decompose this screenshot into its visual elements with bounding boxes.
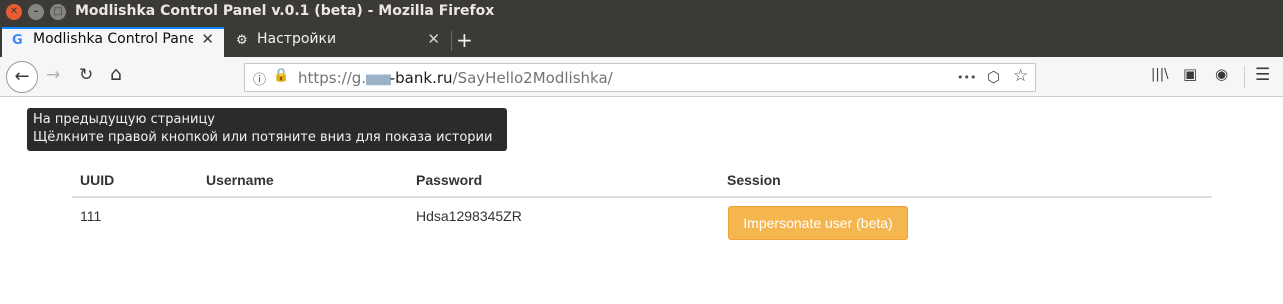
table-header-row: UUID Username Password Session xyxy=(72,164,1212,198)
cell-password: Hdsa1298345ZR xyxy=(416,208,522,224)
url-bar[interactable]: ⓘ 🔒 https://g.████-bank.ru/SayHello2Modl… xyxy=(244,63,1036,92)
header-session: Session xyxy=(727,172,781,188)
impersonate-user-button[interactable]: Impersonate user (beta) xyxy=(728,206,908,240)
tab-modlishka[interactable]: G Modlishka Control Pane ✕ xyxy=(2,27,224,57)
library-icon[interactable]: |||\ xyxy=(1151,67,1169,82)
back-button-tooltip: На предыдущую страницу Щёлкните правой к… xyxy=(27,108,507,151)
close-icon[interactable]: ✕ xyxy=(201,30,214,48)
home-icon[interactable]: ⌂ xyxy=(110,63,122,85)
account-icon[interactable]: ◉ xyxy=(1215,65,1228,83)
window-maximize-button[interactable]: □ xyxy=(50,4,66,20)
url-path: /SayHello2Modlishka/ xyxy=(452,69,613,87)
bookmark-star-icon[interactable]: ☆ xyxy=(1013,66,1028,86)
forward-icon[interactable]: → xyxy=(46,65,60,85)
back-button[interactable]: ← xyxy=(6,61,38,93)
window-minimize-button[interactable]: – xyxy=(28,4,44,20)
table-row: 111 Hdsa1298345ZR Impersonate user (beta… xyxy=(72,198,1212,244)
pocket-icon[interactable]: ⬡ xyxy=(987,68,1000,86)
url-scheme: https://g. xyxy=(298,69,367,87)
header-uuid: UUID xyxy=(80,172,115,188)
page-actions-icon[interactable]: ••• xyxy=(957,71,976,84)
new-tab-button[interactable]: + xyxy=(456,28,473,52)
google-icon: G xyxy=(12,33,23,48)
header-username: Username xyxy=(206,172,274,188)
info-icon[interactable]: ⓘ xyxy=(253,69,266,88)
tab-settings[interactable]: ⚙ Настройки ✕ xyxy=(226,27,450,57)
tab-separator xyxy=(451,31,452,51)
tab-label: Настройки xyxy=(257,31,337,47)
gear-icon: ⚙ xyxy=(236,33,248,48)
sidebar-icon[interactable]: ▣ xyxy=(1183,65,1197,83)
window-title: Modlishka Control Panel v.0.1 (beta) - M… xyxy=(75,3,495,19)
cell-uuid: 111 xyxy=(80,208,102,224)
header-password: Password xyxy=(416,172,483,188)
menu-icon[interactable]: ☰ xyxy=(1255,65,1270,85)
reload-icon[interactable]: ↻ xyxy=(79,65,93,85)
lock-icon[interactable]: 🔒 xyxy=(273,68,289,83)
tab-label: Modlishka Control Pane xyxy=(33,31,193,47)
toolbar-divider xyxy=(1244,66,1245,88)
url-text[interactable]: https://g.████-bank.ru/SayHello2Modlishk… xyxy=(298,69,613,87)
tooltip-line-2: Щёлкните правой кнопкой или потяните вни… xyxy=(33,130,493,145)
url-masked: ████ xyxy=(366,76,391,86)
tab-strip: G Modlishka Control Pane ✕ ⚙ Настройки ✕ xyxy=(0,24,1283,57)
nav-toolbar: ← → ↻ ⌂ ⓘ 🔒 https://g.████-bank.ru/SayHe… xyxy=(0,57,1283,97)
tooltip-line-1: На предыдущую страницу xyxy=(33,112,215,127)
window-titlebar: ✕ – □ Modlishka Control Panel v.0.1 (bet… xyxy=(0,0,1283,24)
window-close-button[interactable]: ✕ xyxy=(6,4,22,20)
url-host: -bank.ru xyxy=(389,69,453,87)
close-icon[interactable]: ✕ xyxy=(427,30,440,48)
credentials-table: UUID Username Password Session 111 Hdsa1… xyxy=(72,164,1212,244)
